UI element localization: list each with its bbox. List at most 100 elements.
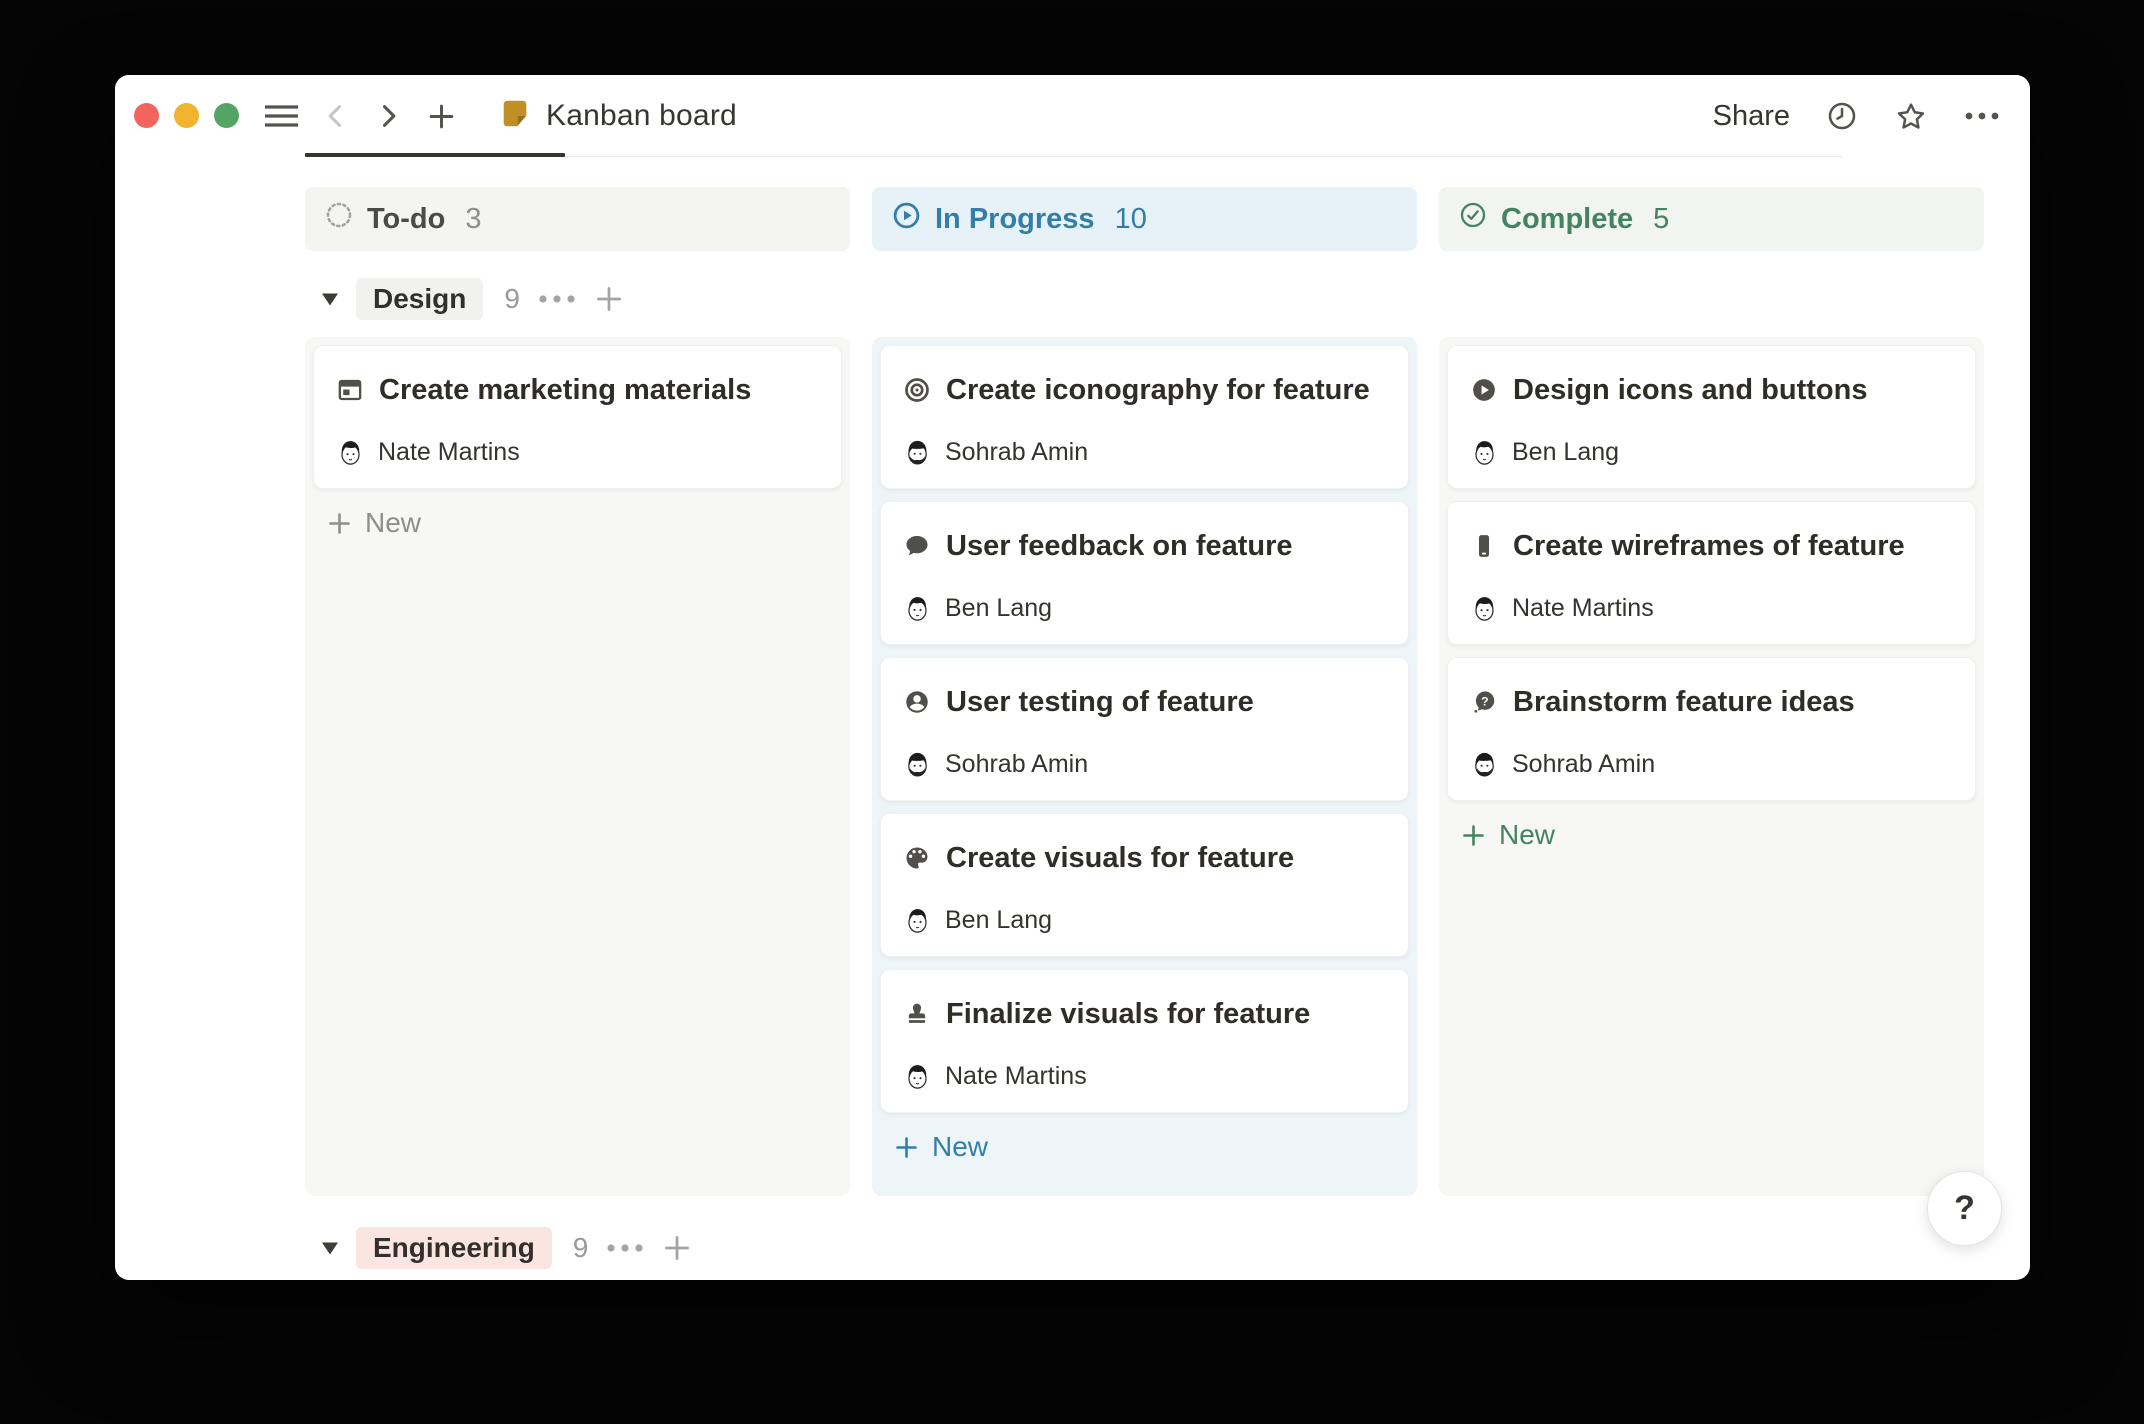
minimize-window-button[interactable] [174,103,199,128]
assignee-avatar [336,438,365,467]
zoom-window-button[interactable] [214,103,239,128]
kanban-card[interactable]: Create iconography for feature Sohrab Am… [880,345,1409,489]
star-icon[interactable] [1894,100,1928,133]
share-button[interactable]: Share [1713,100,1790,133]
group-tag[interactable]: Design [356,278,483,320]
assignee-avatar [1470,750,1499,779]
dashed-circle-icon [325,201,353,237]
mobile-phone-icon [1470,532,1498,560]
card-list: Create marketing materials Nate Martins [313,345,842,489]
assignee-avatar [903,594,932,623]
assignee-name: Sohrab Amin [1512,750,1655,779]
plus-icon[interactable] [426,101,457,132]
column-headers-row: To-do 3 In Progress 10 Complete 5 [305,187,1984,251]
thought-question-icon: ? [1470,688,1498,716]
new-label: New [365,507,421,539]
card-title: Design icons and buttons [1513,374,1867,407]
active-view-indicator [305,153,565,157]
assignee-avatar [903,438,932,467]
assignee-avatar [903,906,932,935]
group-header-engineering: Engineering 9 [321,1220,692,1276]
app-window: Kanban board Share To-do 3 In Progress 1… [115,75,2030,1280]
card-title: Create wireframes of feature [1513,530,1905,563]
new-card-button[interactable]: New [880,1128,1409,1166]
kanban-card[interactable]: Finalize visuals for feature Nate Martin… [880,969,1409,1113]
column-count: 3 [465,203,481,236]
stamp-icon [903,1000,931,1028]
assignee-avatar [1470,594,1499,623]
person-circle-icon [903,688,931,716]
assignee-name: Nate Martins [378,438,520,467]
group-add-icon[interactable] [662,1233,692,1263]
plus-icon [326,510,353,537]
collapse-triangle-icon[interactable] [321,292,339,307]
column-header-in-progress[interactable]: In Progress 10 [872,187,1417,251]
column-body-complete: Design icons and buttons Ben Lang Create… [1439,337,1984,1196]
new-label: New [932,1131,988,1163]
kanban-card[interactable]: Create wireframes of feature Nate Martin… [1447,501,1976,645]
column-bodies-row: Create marketing materials Nate Martins … [305,337,1984,1196]
group-add-icon[interactable] [594,284,624,314]
kanban-card[interactable]: User feedback on feature Ben Lang [880,501,1409,645]
group-tag[interactable]: Engineering [356,1227,552,1269]
card-title: Create marketing materials [379,374,751,407]
assignee-name: Ben Lang [1512,438,1619,467]
kanban-card[interactable]: Create visuals for feature Ben Lang [880,813,1409,957]
group-count: 9 [573,1232,589,1264]
card-title: Brainstorm feature ideas [1513,686,1855,719]
clock-icon[interactable] [1826,100,1858,132]
card-title: Create iconography for feature [946,374,1370,407]
column-label: To-do [367,203,445,236]
play-circle-icon [1470,376,1498,404]
kanban-card[interactable]: Design icons and buttons Ben Lang [1447,345,1976,489]
assignee-name: Sohrab Amin [945,750,1088,779]
group-more-icon[interactable] [605,1243,645,1253]
page-icon [498,96,532,136]
plus-icon [893,1134,920,1161]
card-title: Create visuals for feature [946,842,1294,875]
group-count: 9 [504,283,520,315]
column-count: 5 [1653,203,1669,236]
speech-bubble-icon [903,532,931,560]
collapse-triangle-icon[interactable] [321,1241,339,1256]
assignee-name: Nate Martins [1512,594,1654,623]
card-title: Finalize visuals for feature [946,998,1310,1031]
screen: Kanban board Share To-do 3 In Progress 1… [0,0,2144,1424]
toolbar-nav [265,75,457,157]
play-circle-outline-icon [892,201,921,238]
new-card-button[interactable]: New [313,504,842,542]
column-header-complete[interactable]: Complete 5 [1439,187,1984,251]
palette-icon [903,844,931,872]
toolbar-actions: Share [1713,75,2000,157]
toolbar: Kanban board Share [115,75,2030,157]
group-more-icon[interactable] [537,294,577,304]
new-label: New [1499,819,1555,851]
kanban-card[interactable]: ? Brainstorm feature ideas Sohrab Amin [1447,657,1976,801]
column-label: In Progress [935,203,1095,236]
close-window-button[interactable] [134,103,159,128]
chevron-left-icon[interactable] [322,101,350,131]
help-button[interactable]: ? [1927,1171,2002,1246]
more-icon[interactable] [1964,111,2000,121]
column-label: Complete [1501,203,1633,236]
assignee-name: Ben Lang [945,906,1052,935]
column-header-todo[interactable]: To-do 3 [305,187,850,251]
menu-icon[interactable] [265,101,298,131]
card-title: User testing of feature [946,686,1254,719]
assignee-avatar [903,1062,932,1091]
card-list: Create iconography for feature Sohrab Am… [880,345,1409,1113]
assignee-avatar [903,750,932,779]
column-body-todo: Create marketing materials Nate Martins … [305,337,850,1196]
group-header-design: Design 9 [321,271,624,327]
kanban-card[interactable]: User testing of feature Sohrab Amin [880,657,1409,801]
breadcrumb: Kanban board [498,75,737,157]
assignee-avatar [1470,438,1499,467]
page-title: Kanban board [546,99,737,133]
new-card-button[interactable]: New [1447,816,1976,854]
chevron-right-icon[interactable] [374,101,402,131]
kanban-card[interactable]: Create marketing materials Nate Martins [313,345,842,489]
assignee-name: Sohrab Amin [945,438,1088,467]
assignee-name: Nate Martins [945,1062,1087,1091]
assignee-name: Ben Lang [945,594,1052,623]
svg-text:?: ? [1481,694,1488,708]
